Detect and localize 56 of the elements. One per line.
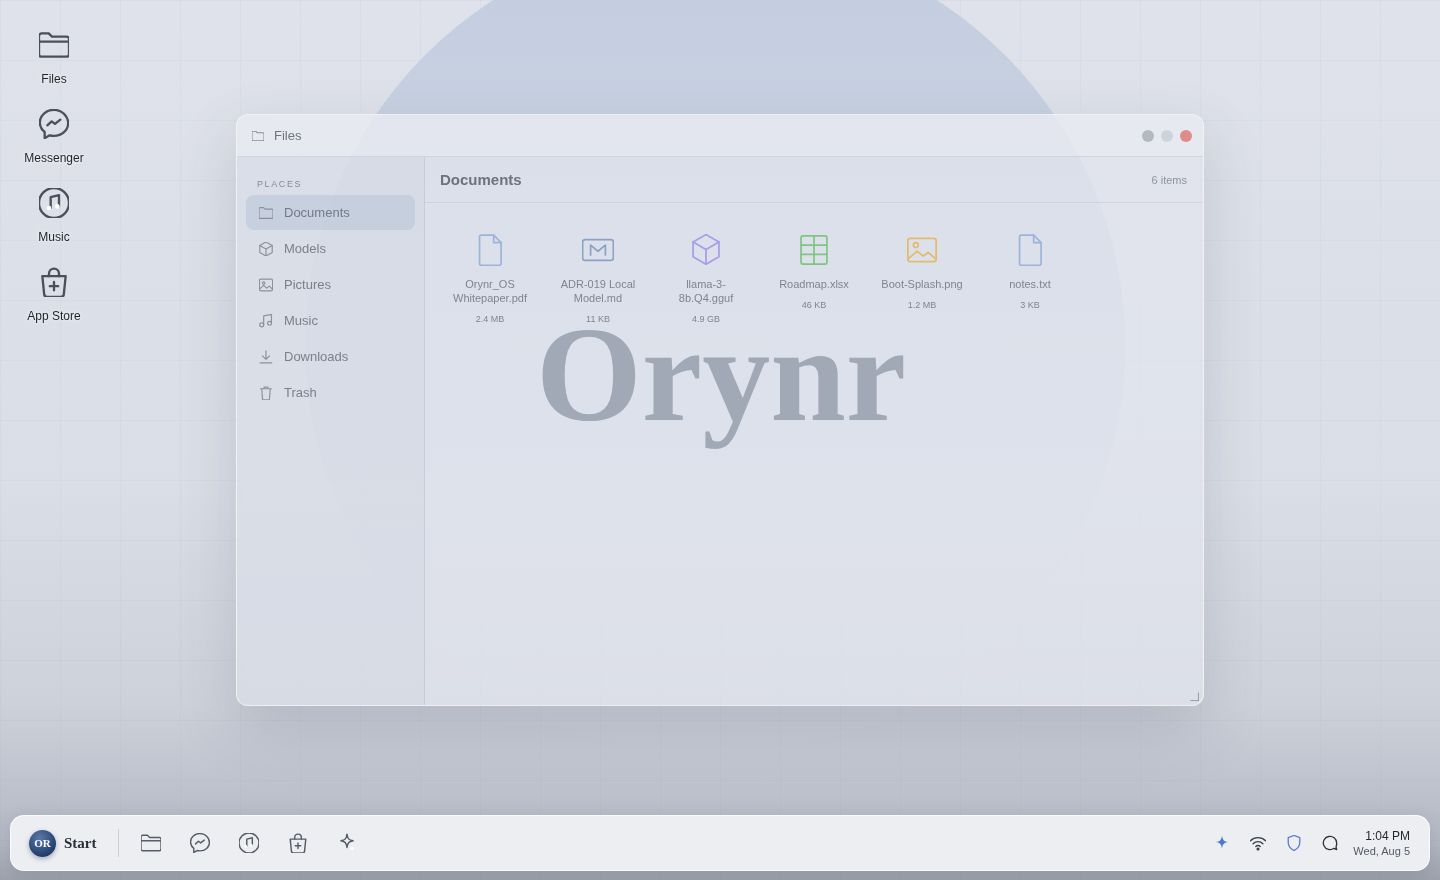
desktop-shortcut[interactable]: Files (9, 30, 99, 86)
item-count: 6 items (1151, 173, 1187, 186)
spreadsheet-icon[interactable] (798, 234, 830, 266)
desktop-shortcut[interactable]: App Store (9, 267, 99, 323)
folder-icon (259, 205, 273, 220)
sidebar-item[interactable]: Pictures (246, 267, 415, 302)
trash-icon (259, 385, 273, 400)
chat-bubble-icon[interactable] (1322, 835, 1339, 851)
chat-bubble-icon (39, 109, 69, 139)
file-name[interactable]: ADR-019 Local Model.md (554, 277, 642, 305)
wifi-icon[interactable] (1250, 835, 1267, 851)
close-button[interactable] (1180, 129, 1192, 142)
folder-icon (39, 30, 69, 60)
music-note-icon (39, 188, 69, 218)
file-name[interactable]: Orynr_OS Whitepaper.pdf (446, 277, 534, 305)
clock-time: 1:04 PM (1365, 828, 1410, 844)
image-file-icon[interactable] (906, 234, 938, 266)
desktop-shortcut[interactable]: Music (9, 188, 99, 244)
os-logo-badge: OR (29, 829, 56, 857)
file-size: 3 KB (1020, 300, 1040, 310)
shopping-bag-icon[interactable] (287, 833, 308, 853)
music-note-icon[interactable] (238, 833, 259, 853)
sidebar-item[interactable]: Music (246, 303, 415, 338)
maximize-button[interactable] (1161, 129, 1173, 142)
folder-icon[interactable] (140, 833, 161, 853)
cube-icon (259, 241, 273, 256)
shopping-bag-icon (39, 267, 69, 297)
folder-icon (252, 130, 264, 141)
sidebar-item[interactable]: Documents (246, 195, 415, 230)
file-name[interactable]: Roadmap.xlsx (770, 277, 858, 291)
resize-grip-icon[interactable] (1190, 692, 1199, 701)
desktop-shortcut[interactable]: Messenger (9, 109, 99, 165)
window-title: Files (274, 128, 302, 143)
sidebar-item[interactable]: Models (246, 231, 415, 266)
file-size: 46 KB (801, 300, 827, 310)
file-size: 11 KB (586, 314, 610, 324)
sidebar-item[interactable]: Downloads (246, 339, 415, 374)
file-size: 2.4 MB (475, 314, 505, 324)
file-name[interactable]: notes.txt (986, 277, 1074, 291)
clock-date: Wed, Aug 5 (1353, 843, 1410, 858)
cube-icon[interactable] (690, 234, 722, 266)
brand-logo-text: Orynr (536, 326, 907, 451)
download-icon (259, 349, 273, 364)
file-size: 4.9 GB (692, 314, 720, 324)
chat-bubble-icon[interactable] (189, 833, 210, 853)
folder-title: Documents (440, 171, 522, 188)
music-note-icon (259, 313, 273, 328)
image-icon (259, 277, 273, 292)
shield-icon[interactable] (1286, 835, 1303, 851)
start-button[interactable]: OR Start (29, 829, 97, 857)
file-name[interactable]: Boot-Splash.png (878, 277, 966, 291)
minimize-button[interactable] (1142, 129, 1154, 142)
file-size: 1.2 MB (907, 300, 937, 310)
sidebar-heading: PLACES (256, 179, 303, 189)
sidebar-item[interactable]: Trash (246, 375, 415, 410)
file-name[interactable]: llama-3-8b.Q4.gguf (662, 277, 750, 305)
